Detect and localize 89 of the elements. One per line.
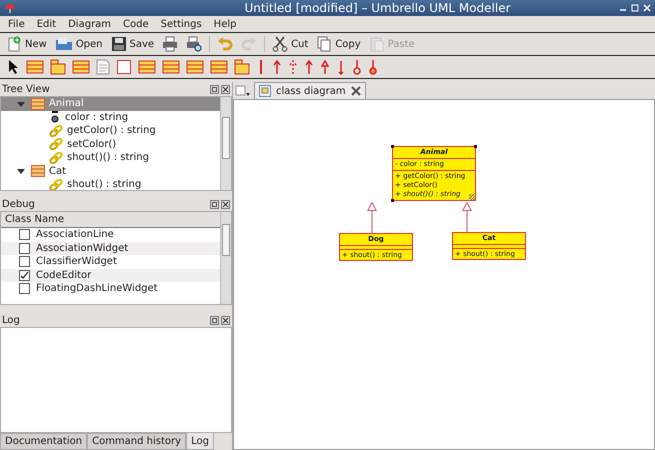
menu-item[interactable]: Diagram [62, 18, 118, 30]
tree-item[interactable]: getColor() : string [1, 124, 220, 138]
save-button[interactable]: Save [108, 35, 158, 53]
class-box-icon[interactable] [210, 59, 228, 75]
square-icon[interactable] [116, 59, 132, 75]
copy-button[interactable]: Copy [313, 35, 364, 53]
menu-item[interactable]: Help [208, 18, 242, 30]
arrow-icon[interactable] [272, 59, 282, 75]
arrow-icon[interactable] [336, 59, 346, 75]
tab[interactable]: Documentation [0, 433, 88, 450]
generalization-arrow[interactable] [367, 202, 377, 233]
arrow-icon[interactable] [368, 59, 378, 75]
generalization-arrow[interactable] [462, 202, 472, 232]
folder-icon [54, 36, 73, 52]
undo-arrow-icon [217, 36, 234, 52]
new-document-icon [6, 36, 22, 52]
menu-item[interactable]: Code [117, 18, 155, 30]
class-box-icon[interactable] [186, 59, 204, 75]
copy-pages-icon [316, 36, 332, 52]
class-name-text: FloatingDashLineWidget [36, 283, 158, 294]
package-icon[interactable] [234, 59, 250, 75]
chain-link-icon [49, 178, 63, 190]
cut-button[interactable]: Cut [269, 35, 312, 53]
scissors-icon [272, 36, 288, 52]
collapse-arrow-icon[interactable] [17, 167, 25, 176]
chain-link-icon [49, 138, 63, 150]
float-panel-icon[interactable] [210, 200, 219, 208]
window-title: Untitled [modified] – Umbrello UML Modeller [243, 1, 512, 15]
class-name-text: AssociationWidget [36, 242, 128, 254]
checkbox[interactable] [19, 270, 30, 281]
tab-list-icon[interactable] [235, 84, 251, 96]
class-box-icon[interactable] [162, 59, 180, 75]
chain-link-icon [49, 124, 63, 137]
maximize-icon[interactable] [631, 4, 639, 12]
clipboard-icon [368, 36, 385, 52]
float-panel-icon[interactable] [210, 316, 219, 324]
selection-handle[interactable] [474, 145, 477, 148]
close-icon[interactable] [350, 86, 361, 96]
menu-item[interactable]: Edit [30, 18, 62, 30]
checkbox[interactable] [19, 256, 30, 268]
close-icon[interactable] [221, 200, 230, 208]
tab[interactable]: Command history [87, 433, 186, 450]
panel-title: Debug [2, 198, 35, 210]
selection-handle[interactable] [391, 199, 394, 202]
open-button[interactable]: Open [52, 35, 106, 53]
scrollbar[interactable] [220, 212, 231, 304]
tab[interactable]: Log [186, 433, 214, 450]
panel-title: Log [2, 314, 20, 326]
diagram-tab[interactable]: class diagram [254, 82, 366, 99]
arrow-icon[interactable] [352, 59, 362, 75]
float-panel-icon[interactable] [210, 84, 219, 94]
class-name-text: CodeEditor [36, 270, 92, 281]
menu-item[interactable]: File [2, 18, 31, 30]
tree-item[interactable]: Cat [1, 164, 220, 178]
class-box-icon[interactable] [26, 59, 44, 75]
menu-item[interactable]: Settings [154, 18, 208, 30]
panel-title: Tree View [2, 84, 50, 94]
app-icon [4, 2, 16, 14]
close-icon[interactable] [221, 84, 230, 94]
package-icon[interactable] [50, 59, 66, 75]
selection-handle[interactable] [391, 145, 394, 148]
close-icon[interactable] [221, 316, 230, 324]
scrollbar[interactable] [220, 97, 231, 190]
tree-item[interactable]: shout()() : string [1, 151, 220, 164]
printer-magnifier-icon [186, 36, 202, 52]
tree-item[interactable]: setColor() [1, 138, 220, 151]
pointer-arrow-icon[interactable] [6, 59, 20, 75]
class-name-text: AssociationLine [36, 229, 114, 240]
class-box-icon[interactable] [72, 59, 90, 75]
attribute-icon [49, 111, 61, 124]
new-button[interactable]: New [3, 35, 50, 53]
note-icon[interactable] [96, 59, 110, 75]
class-box-icon[interactable] [138, 59, 156, 75]
checkbox[interactable] [19, 283, 30, 294]
column-header[interactable]: Class Name [1, 212, 220, 228]
tree-item[interactable]: color : string [1, 110, 220, 124]
printer-icon [162, 36, 178, 52]
arrow-icon[interactable] [320, 59, 330, 75]
chain-link-icon [49, 152, 63, 164]
checkbox[interactable] [19, 242, 30, 254]
class-icon [31, 165, 45, 178]
arrow-icon[interactable] [304, 59, 314, 75]
arrow-icon[interactable] [288, 59, 298, 75]
tree-item[interactable]: shout() : string [1, 178, 220, 190]
diagram-icon [259, 85, 271, 97]
checkbox[interactable] [19, 229, 30, 240]
resize-grip-icon[interactable] [469, 194, 475, 200]
class-icon [31, 98, 45, 110]
class-name-text: ClassifierWidget [36, 256, 117, 268]
